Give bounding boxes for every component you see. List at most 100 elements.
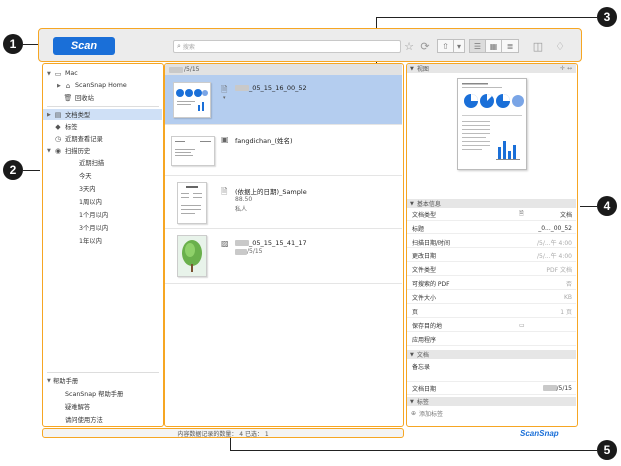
history-icon: ◉: [54, 146, 62, 155]
property-row[interactable]: 更改日期/5/...午 4:00: [407, 251, 576, 263]
tag-icon: ◆: [55, 122, 61, 131]
property-row[interactable]: 标题 _0..._00_52: [407, 223, 576, 235]
chevron-down-icon[interactable]: ▼: [410, 352, 414, 358]
scan-button[interactable]: Scan: [53, 37, 115, 55]
share-icon[interactable]: ⇧: [438, 40, 454, 52]
chevron-down-icon[interactable]: ▼: [410, 66, 414, 72]
section-view-header[interactable]: ▼ 视图 ✛ ↔: [407, 64, 576, 73]
scansnap-home-window: Scan ⌕ 搜索 ☆ ⟳ ⇧ ▾ ☰ ▦ ≣ ◫ ♢ ▼ ▭ Mac ▶ ⌂ …: [38, 28, 582, 438]
trash-icon: 🗑: [63, 93, 73, 102]
search-placeholder: 搜索: [182, 44, 195, 51]
property-row[interactable]: 文档类型 🗎 文档: [407, 209, 576, 221]
list-view-icon[interactable]: ☰: [470, 40, 486, 52]
leader-line: [230, 450, 597, 451]
status-bar: 内容数据记录的数量： 4 已选： 1: [42, 428, 404, 438]
chevron-down-icon[interactable]: ▾: [454, 40, 464, 52]
property-key: 页: [412, 309, 419, 317]
list-item[interactable]: ▣ fangdichan_(姓名): [165, 126, 402, 176]
section-tags-header[interactable]: ▼ 标签: [407, 397, 576, 406]
chevron-down-icon[interactable]: ▼: [410, 201, 414, 207]
document-thumbnail: [177, 182, 207, 224]
content-list: /5/15 🗎 _05_15_16_00_52 ▾ ▣ fangdichan_(…: [164, 63, 404, 427]
property-row[interactable]: 扫描日期/时间/5/...午 4:00: [407, 237, 576, 249]
section-document-header[interactable]: ▼ 文档: [407, 350, 576, 359]
folder-icon[interactable]: ▭: [519, 322, 525, 329]
tree-photo-icon: [182, 240, 202, 272]
property-value: 1 页: [560, 309, 572, 317]
card-file-icon: ▣: [221, 135, 229, 144]
file-name: fangdichan_(姓名): [235, 137, 293, 145]
share-menu[interactable]: ⇧ ▾: [437, 39, 465, 53]
preview-page: [457, 78, 527, 170]
property-key: 扫描日期/时间: [412, 239, 451, 247]
photo-thumbnail: [177, 235, 207, 277]
file-date: /5/15: [235, 248, 263, 255]
property-key: 保存目的地: [412, 322, 443, 330]
scansnap-logo: ScanSnap: [520, 429, 559, 438]
chevron-down-icon: ▾: [223, 95, 226, 101]
file-amount: 88.50: [235, 196, 253, 203]
property-row[interactable]: 文件大小 KB: [407, 292, 576, 304]
property-key: 应用程序: [412, 336, 437, 344]
property-row[interactable]: 可搜索的 PDF 否: [407, 279, 576, 291]
callout-5: 5: [597, 440, 617, 460]
add-tag-button[interactable]: ⊕ 添加标签: [411, 409, 443, 418]
home-icon: ⌂: [65, 81, 71, 90]
sidebar: ▼ ▭ Mac ▶ ⌂ ScanSnap Home 🗑 回收站 ▶ ▤ 文档类型…: [42, 63, 164, 427]
doc-date-field[interactable]: 文档日期 /5/15: [407, 383, 576, 395]
property-key: 可搜索的 PDF: [412, 281, 450, 289]
property-value: PDF 文档: [546, 267, 572, 275]
refresh-icon[interactable]: ⟳: [419, 38, 431, 54]
document-thumbnail: [173, 82, 211, 118]
callout-3: 3: [597, 7, 617, 27]
list-date-header: /5/15: [165, 64, 402, 75]
section-basic-info-header[interactable]: ▼ 基本信息: [407, 199, 576, 208]
panel-icon[interactable]: ◫: [531, 38, 545, 54]
star-icon[interactable]: ☆: [403, 38, 415, 54]
list-item[interactable]: 🗎 (依据上的日期)_Sample 88.50 私人: [165, 177, 402, 229]
callout-1: 1: [3, 34, 23, 54]
file-name: (依据上的日期)_Sample: [235, 188, 307, 196]
receipt-file-icon: 🗎: [221, 187, 228, 196]
grid-view-icon[interactable]: ▦: [486, 40, 502, 52]
property-row[interactable]: 页 1 页: [407, 306, 576, 318]
property-value: 否: [565, 281, 572, 289]
property-key: 标题: [412, 225, 425, 233]
property-key: 更改日期: [412, 253, 437, 261]
file-category: 私人: [235, 206, 248, 213]
property-key: 文件类型: [412, 267, 437, 275]
chart-thumbnail-icon: [176, 89, 208, 111]
divider: [47, 106, 159, 107]
callout-4: 4: [597, 196, 617, 216]
expand-icon[interactable]: ✛ ↔: [560, 65, 572, 72]
chevron-down-icon[interactable]: ▼: [410, 399, 414, 405]
property-key: 文件大小: [412, 295, 437, 303]
search-input[interactable]: ⌕ 搜索: [173, 40, 401, 53]
details-panel: ▼ 视图 ✛ ↔ ▼ 基本信息 文档类型 🗎 文档 标题 _0..._00_52…: [406, 63, 578, 427]
property-value: _0..._00_52: [538, 224, 572, 232]
divider: [47, 372, 159, 373]
list-item[interactable]: 🗎 _05_15_16_00_52 ▾: [165, 75, 402, 125]
toolbar: Scan ⌕ 搜索 ☆ ⟳ ⇧ ▾ ☰ ▦ ≣ ◫ ♢: [38, 28, 582, 62]
property-value: /5/...午 4:00: [537, 253, 572, 261]
add-circle-icon: ⊕: [411, 410, 417, 417]
list-item[interactable]: ▨ _05_15_15_41_17 /5/15: [165, 230, 402, 284]
bell-icon[interactable]: ♢: [553, 38, 567, 54]
doc-type-icon: ▤: [54, 110, 62, 119]
recent-icon: ◷: [54, 134, 62, 143]
memo-field[interactable]: 备忘录: [407, 360, 576, 382]
sidebar-item-doc-type[interactable]: ▶ ▤ 文档类型: [43, 109, 162, 120]
view-mode-switch: ☰ ▦ ≣: [469, 39, 519, 53]
property-value: /5/...午 4:00: [537, 239, 572, 247]
property-row[interactable]: 文件类型 PDF 文档: [407, 265, 576, 277]
property-row[interactable]: 应用程序: [407, 334, 576, 346]
photo-file-icon: ▨: [221, 239, 229, 248]
property-value: KB: [563, 294, 572, 302]
preview-document-icon: [462, 83, 524, 160]
document-thumbnail: [171, 136, 215, 166]
leader-line: [230, 438, 231, 450]
detail-view-icon[interactable]: ≣: [502, 40, 518, 52]
leader-line: [376, 17, 597, 18]
property-row[interactable]: 保存目的地 ▭: [407, 320, 576, 332]
file-name: _05_15_15_41_17: [235, 239, 307, 247]
